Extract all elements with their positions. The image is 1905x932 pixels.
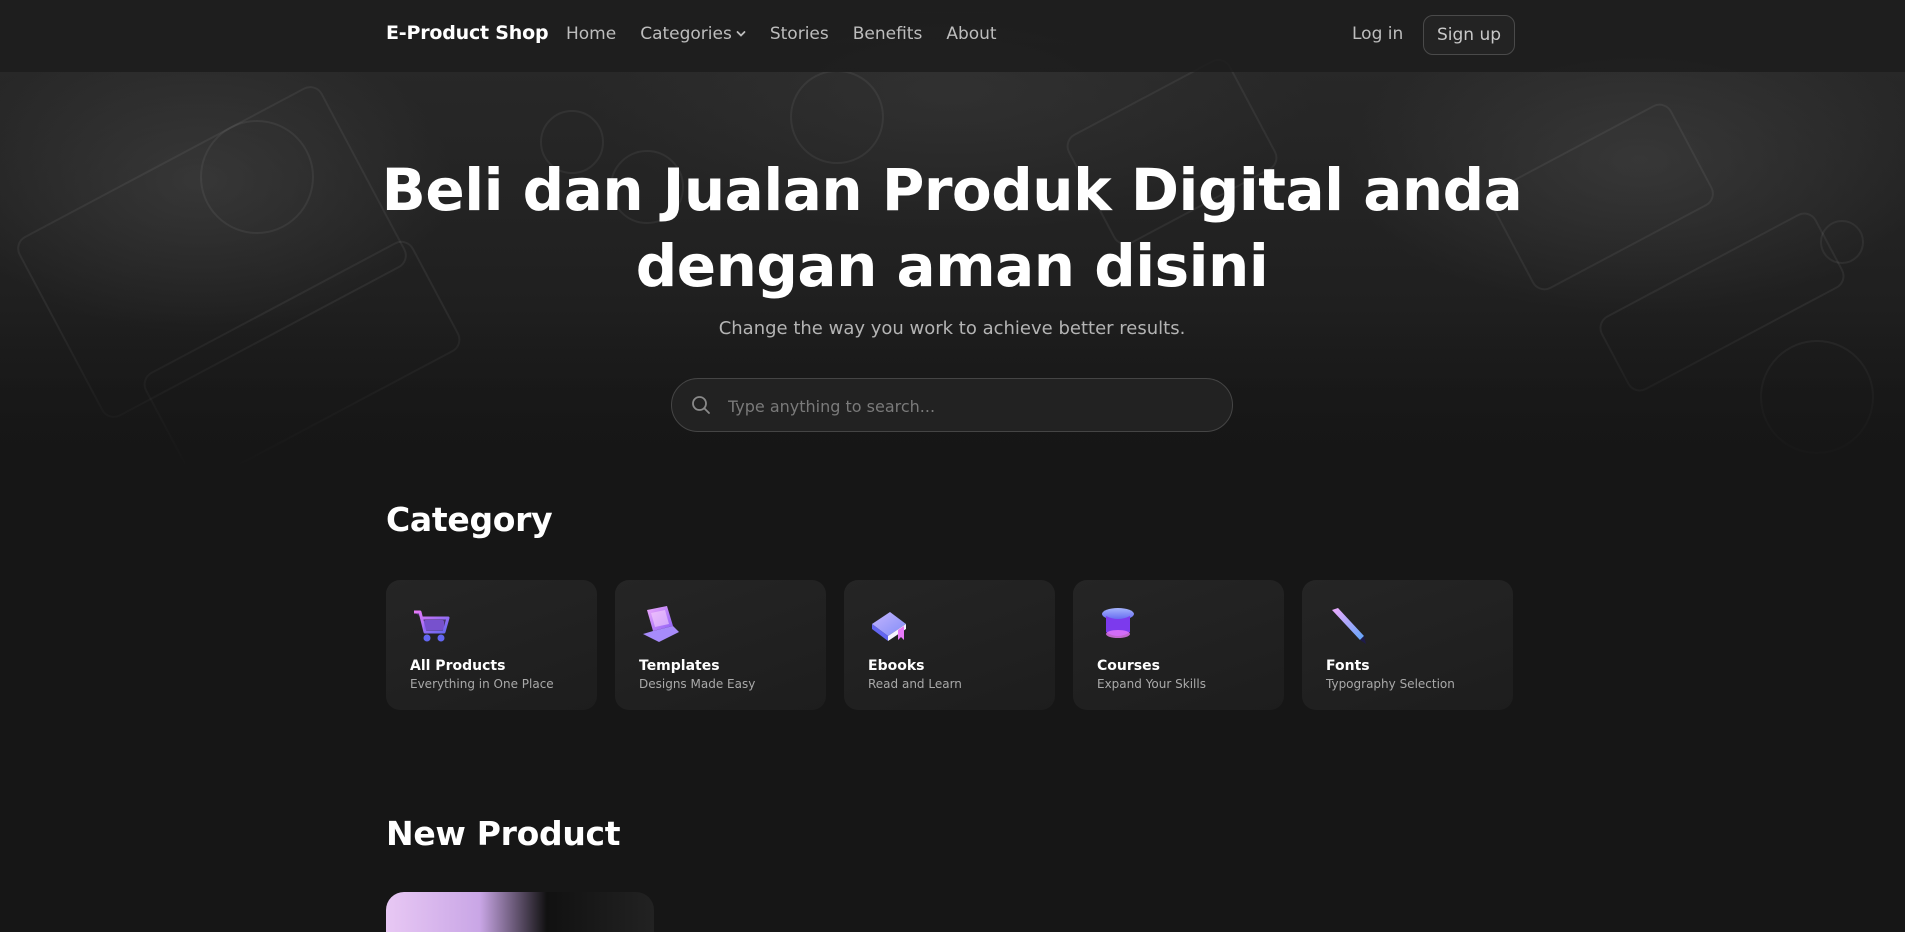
chevron-down-icon xyxy=(736,31,746,37)
category-card-courses[interactable]: Courses Expand Your Skills xyxy=(1073,580,1284,710)
category-card-ebooks[interactable]: Ebooks Read and Learn xyxy=(844,580,1055,710)
hero-title-line-2: dengan aman disini xyxy=(635,232,1269,300)
card-subtitle: Designs Made Easy xyxy=(639,677,756,691)
pen-icon xyxy=(1332,608,1366,644)
graduation-cap-icon xyxy=(1102,608,1134,638)
book-icon xyxy=(872,612,906,641)
card-title: Templates xyxy=(639,658,720,674)
hero-title: Beli dan Jualan Produk Digital anda deng… xyxy=(352,152,1552,304)
search-bar xyxy=(671,378,1233,433)
nav-categories-label: Categories xyxy=(640,24,732,44)
nav-about-label: About xyxy=(946,24,997,44)
nav-about[interactable]: About xyxy=(946,24,996,44)
brand-logo[interactable]: E-Product Shop xyxy=(386,22,549,44)
category-list: All Products Everything in One Place Tem… xyxy=(386,580,1513,710)
card-subtitle: Read and Learn xyxy=(868,677,962,691)
hero-title-line-1: Beli dan Jualan Produk Digital anda xyxy=(381,156,1523,224)
nav-home-label: Home xyxy=(566,24,617,44)
nav-benefits-label: Benefits xyxy=(852,24,923,44)
card-title: Courses xyxy=(1097,658,1160,674)
nav-categories[interactable]: Categories xyxy=(640,24,746,44)
card-subtitle: Expand Your Skills xyxy=(1097,677,1206,691)
category-card-templates[interactable]: Templates Designs Made Easy xyxy=(615,580,826,710)
login-link[interactable]: Log in xyxy=(1352,24,1403,44)
card-title: Ebooks xyxy=(868,658,925,674)
new-product-heading: New Product xyxy=(386,814,621,853)
main-nav: Home Categories Stories Benefits About xyxy=(566,24,997,44)
shopping-cart-icon xyxy=(414,610,450,642)
laptop-icon xyxy=(643,606,679,642)
search-input[interactable] xyxy=(726,379,1210,433)
category-card-fonts[interactable]: Fonts Typography Selection xyxy=(1302,580,1513,710)
card-subtitle: Typography Selection xyxy=(1326,677,1455,691)
nav-stories[interactable]: Stories xyxy=(770,24,829,44)
signup-button[interactable]: Sign up xyxy=(1423,15,1515,55)
card-title: All Products xyxy=(410,658,506,674)
search-icon xyxy=(692,396,710,414)
nav-stories-label: Stories xyxy=(769,24,829,44)
category-heading: Category xyxy=(386,500,553,539)
nav-home[interactable]: Home xyxy=(566,24,616,44)
card-title: Fonts xyxy=(1326,658,1370,674)
hero-subtitle: Change the way you work to achieve bette… xyxy=(718,318,1186,339)
nav-benefits[interactable]: Benefits xyxy=(853,24,923,44)
category-card-all-products[interactable]: All Products Everything in One Place xyxy=(386,580,597,710)
product-card-thumbnail[interactable] xyxy=(386,892,654,932)
card-subtitle: Everything in One Place xyxy=(410,677,554,691)
top-navbar: E-Product Shop Home Categories Stories B… xyxy=(0,0,1905,72)
